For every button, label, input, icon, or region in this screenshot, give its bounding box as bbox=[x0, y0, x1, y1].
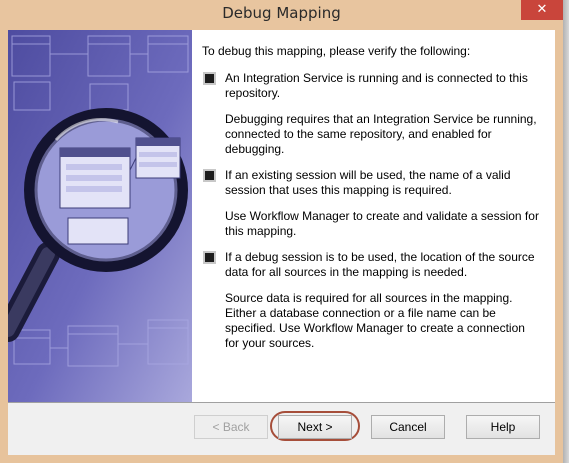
cancel-button[interactable]: Cancel bbox=[371, 415, 445, 439]
magnifier-mapping-illustration bbox=[8, 30, 192, 402]
back-button[interactable]: < Back bbox=[194, 415, 268, 439]
debug-mapping-dialog: Debug Mapping ✕ To debug this mapping, p… bbox=[0, 0, 564, 463]
requirement-detail: Use Workflow Manager to create and valid… bbox=[225, 209, 539, 238]
dialog-client-area: To debug this mapping, please verify the… bbox=[8, 30, 555, 455]
requirement-item-1: An Integration Service is running and is… bbox=[202, 71, 542, 157]
requirement-title: If an existing session will be used, the… bbox=[225, 168, 511, 197]
requirement-detail: Debugging requires that an Integration S… bbox=[225, 112, 537, 156]
title-bar[interactable]: Debug Mapping ✕ bbox=[0, 0, 563, 30]
wizard-illustration bbox=[8, 30, 192, 402]
requirement-title: An Integration Service is running and is… bbox=[225, 71, 528, 100]
intro-text: To debug this mapping, please verify the… bbox=[202, 44, 471, 58]
bullet-icon bbox=[203, 72, 216, 85]
help-button[interactable]: Help bbox=[466, 415, 540, 439]
next-button[interactable]: Next > bbox=[278, 415, 352, 439]
requirement-item-3: If a debug session is to be used, the lo… bbox=[202, 250, 542, 351]
instructions: To debug this mapping, please verify the… bbox=[202, 44, 542, 362]
dialog-title: Debug Mapping bbox=[222, 4, 341, 22]
requirement-item-2: If an existing session will be used, the… bbox=[202, 168, 542, 239]
bullet-icon bbox=[203, 169, 216, 182]
requirement-detail: Source data is required for all sources … bbox=[225, 291, 525, 350]
content-panel: To debug this mapping, please verify the… bbox=[8, 30, 555, 403]
close-button[interactable]: ✕ bbox=[521, 0, 563, 20]
bullet-icon bbox=[203, 251, 216, 264]
background-window-edge bbox=[563, 0, 569, 463]
requirement-title: If a debug session is to be used, the lo… bbox=[225, 250, 535, 279]
